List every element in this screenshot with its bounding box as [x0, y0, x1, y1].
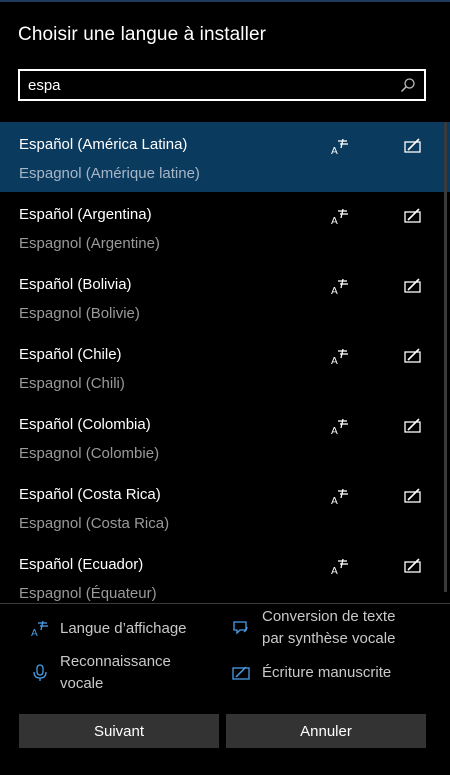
language-list-item[interactable]: Español (Chile) Espagnol (Chili) A [0, 332, 450, 402]
legend-tts-line1: Conversion de texte [262, 608, 396, 625]
search-input[interactable] [20, 71, 398, 99]
scrollbar[interactable] [444, 122, 447, 592]
search-icon[interactable] [400, 77, 416, 93]
language-name: Español (Bolivia) [19, 276, 132, 293]
language-list[interactable]: Español (América Latina) Espagnol (Amériq… [0, 122, 450, 602]
svg-text:A: A [331, 146, 338, 156]
language-list-item[interactable]: Español (Argentina) Espagnol (Argentine) A [0, 192, 450, 262]
svg-text:A: A [331, 496, 338, 506]
display-language-icon: A [331, 208, 348, 226]
microphone-icon [33, 664, 47, 681]
language-localized-name: Espagnol (Costa Rica) [19, 515, 170, 532]
cancel-button[interactable]: Annuler [226, 714, 426, 748]
handwriting-icon [232, 666, 250, 680]
svg-text:A: A [331, 566, 338, 576]
language-list-item[interactable]: Español (Bolivia) Espagnol (Bolivie) A [0, 262, 450, 332]
svg-text:A: A [31, 628, 38, 638]
display-language-icon: A [31, 620, 48, 638]
language-localized-name: Espagnol (Chili) [19, 375, 125, 392]
legend-handwriting: Écriture manuscrite [262, 664, 392, 681]
window-top-border [0, 0, 450, 2]
legend-display-language: Langue d’affichage [60, 620, 187, 637]
display-language-icon: A [331, 278, 348, 296]
language-name: Español (Ecuador) [19, 556, 144, 573]
handwriting-icon [404, 558, 421, 573]
display-language-icon: A [331, 558, 348, 576]
handwriting-icon [404, 278, 421, 293]
language-name: Español (Colombia) [19, 416, 151, 433]
dialog-title: Choisir une langue à installer [18, 24, 267, 45]
language-localized-name: Espagnol (Colombie) [19, 445, 160, 462]
language-name: Español (Chile) [19, 346, 122, 363]
legend-separator [0, 603, 450, 604]
language-name: Español (Costa Rica) [19, 486, 161, 503]
language-localized-name: Espagnol (Amérique latine) [19, 165, 200, 182]
language-name: Español (Argentina) [19, 206, 152, 223]
language-list-item[interactable]: Español (Costa Rica) Espagnol (Costa Rica… [0, 472, 450, 542]
display-language-icon: A [331, 138, 348, 156]
next-button[interactable]: Suivant [19, 714, 219, 748]
language-list-item[interactable]: Español (América Latina) Espagnol (Amériq… [0, 122, 450, 192]
svg-text:A: A [331, 286, 338, 296]
legend-tts-line2: par synthèse vocale [262, 630, 396, 647]
language-list-item[interactable]: Español (Colombia) Espagnol (Colombie) A [0, 402, 450, 472]
language-name: Español (América Latina) [19, 136, 188, 153]
handwriting-icon [404, 348, 421, 363]
svg-text:A: A [331, 356, 338, 366]
handwriting-icon [404, 138, 421, 153]
handwriting-icon [404, 488, 421, 503]
svg-text:A: A [331, 426, 338, 436]
language-list-item[interactable]: Español (Ecuador) Espagnol (Équateur) A [0, 542, 450, 602]
language-localized-name: Espagnol (Équateur) [19, 585, 157, 602]
language-localized-name: Espagnol (Bolivie) [19, 305, 140, 322]
display-language-icon: A [331, 418, 348, 436]
legend-speech-line2: vocale [60, 675, 104, 692]
text-to-speech-icon [233, 621, 248, 635]
svg-text:A: A [331, 216, 338, 226]
search-box[interactable] [18, 69, 426, 101]
display-language-icon: A [331, 488, 348, 506]
legend-speech-line1: Reconnaissance [60, 653, 171, 670]
display-language-icon: A [331, 348, 348, 366]
handwriting-icon [404, 418, 421, 433]
handwriting-icon [404, 208, 421, 223]
language-localized-name: Espagnol (Argentine) [19, 235, 160, 252]
